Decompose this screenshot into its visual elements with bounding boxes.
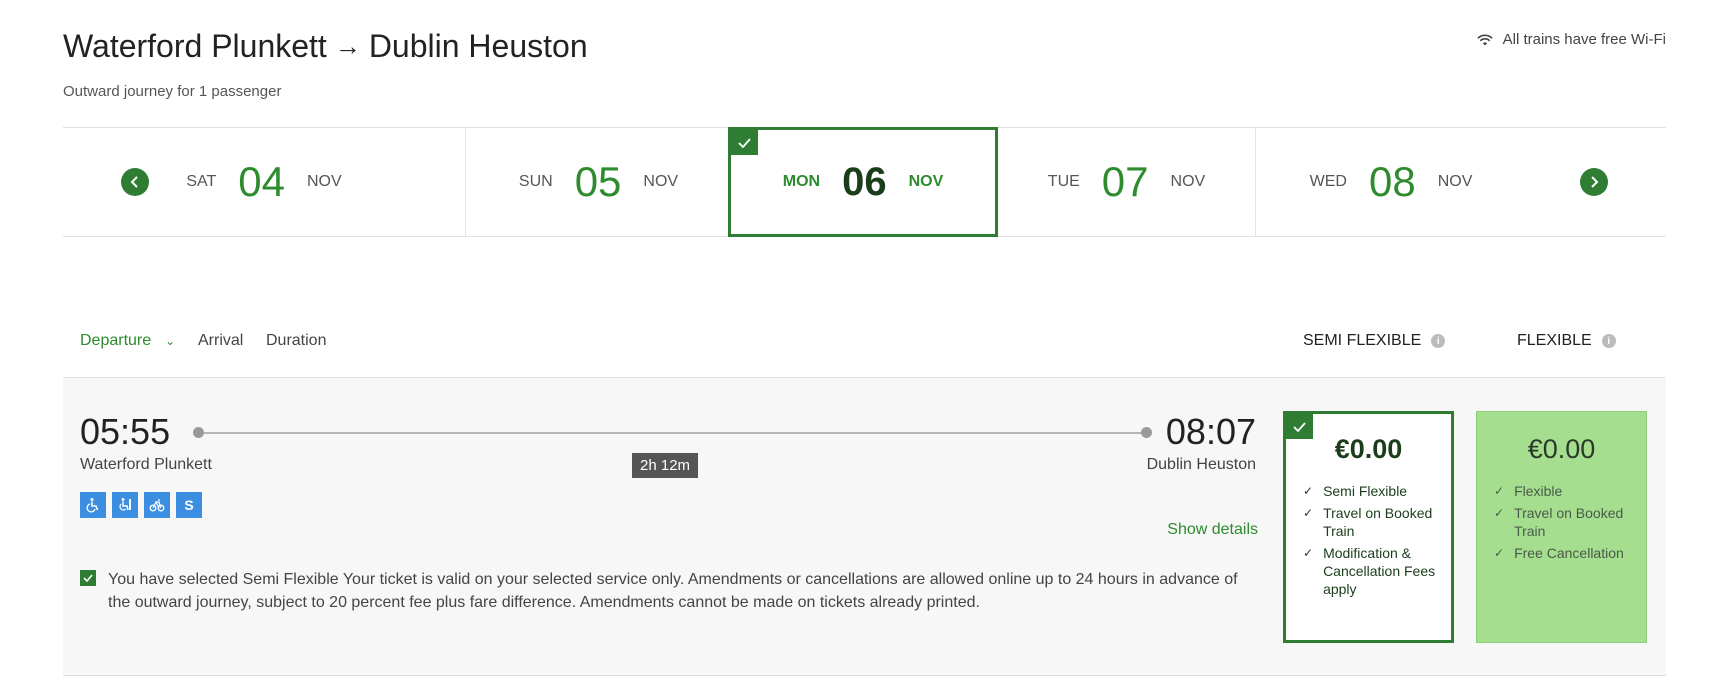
duration-badge: 2h 12m bbox=[632, 453, 699, 478]
bicycle-icon bbox=[144, 492, 170, 518]
show-details-link[interactable]: Show details bbox=[1167, 521, 1258, 539]
sort-departure[interactable]: Departure ⌄ bbox=[80, 332, 175, 350]
fare-feature: ✓ Travel on Booked Train bbox=[1303, 504, 1443, 540]
route-end-dot bbox=[1141, 427, 1152, 438]
wifi-text: All trains have free Wi-Fi bbox=[1502, 31, 1666, 48]
destination-station: Dublin Heuston bbox=[368, 28, 588, 64]
arrival-time: 08:07 bbox=[1165, 411, 1256, 452]
check-icon: ✓ bbox=[1494, 484, 1505, 498]
fare-card-semi-flexible[interactable]: €0.00 ✓ Semi Flexible ✓ Travel on Booked T… bbox=[1283, 411, 1454, 643]
date-option-sun-05[interactable]: SUN 05 NOV bbox=[466, 128, 731, 236]
date-option-sat-04[interactable]: SAT 04 NOV bbox=[63, 128, 466, 236]
date-day: 05 bbox=[574, 158, 622, 205]
check-icon: ✓ bbox=[1303, 546, 1314, 560]
date-option-mon-06[interactable]: MON 06 NOV bbox=[728, 127, 998, 237]
fare-feature-text: Modification & Cancellation Fees apply bbox=[1323, 545, 1436, 597]
date-month: NOV bbox=[908, 173, 944, 190]
sort-arrival[interactable]: Arrival bbox=[198, 332, 243, 350]
sort-duration[interactable]: Duration bbox=[266, 332, 326, 350]
date-dow: WED bbox=[1309, 173, 1347, 190]
fare-header-semi-flexible: SEMI FLEXIBLE i bbox=[1303, 332, 1446, 350]
fare-price: €0.00 bbox=[1527, 434, 1596, 464]
date-month: NOV bbox=[306, 173, 342, 190]
selected-check-icon bbox=[731, 130, 758, 155]
wifi-icon bbox=[1476, 34, 1493, 45]
departure-time: 05:55 bbox=[80, 411, 171, 452]
fare-feature-text: Semi Flexible bbox=[1323, 483, 1408, 499]
fare-feature: ✓ Modification & Cancellation Fees apply bbox=[1303, 544, 1443, 598]
route-line bbox=[198, 432, 1146, 434]
departure-station: Waterford Plunkett bbox=[80, 456, 212, 473]
date-option-tue-07[interactable]: TUE 07 NOV bbox=[998, 128, 1256, 236]
date-dow: SUN bbox=[518, 173, 553, 190]
date-month: NOV bbox=[643, 173, 679, 190]
route-start-dot bbox=[193, 427, 204, 438]
journey-row: 05:55 Waterford Plunkett 2h 12m 08:07 Du… bbox=[63, 378, 1666, 676]
date-day: 08 bbox=[1368, 158, 1416, 205]
sort-bar: Departure ⌄ Arrival Duration SEMI FLEXIB… bbox=[63, 320, 1666, 378]
check-icon: ✓ bbox=[1494, 506, 1505, 520]
fare-feature: ✓ Travel on Booked Train bbox=[1494, 504, 1638, 540]
fare-feature-text: Travel on Booked Train bbox=[1323, 505, 1433, 539]
chevron-right-icon bbox=[1591, 176, 1599, 188]
date-dow: SAT bbox=[186, 173, 217, 190]
info-icon[interactable]: i bbox=[1601, 334, 1616, 348]
date-selector: SAT 04 NOV SUN 05 NOV MON 06 NOV TUE 07 … bbox=[63, 127, 1666, 237]
fare-feature: ✓ Free Cancellation bbox=[1494, 544, 1638, 562]
date-dow: TUE bbox=[1047, 173, 1080, 190]
wifi-notice: All trains have free Wi-Fi bbox=[1476, 31, 1666, 48]
fare-features: ✓ Semi Flexible ✓ Travel on Booked Train ✓… bbox=[1286, 482, 1451, 598]
chevron-down-icon: ⌄ bbox=[165, 334, 176, 348]
date-month: NOV bbox=[1437, 173, 1473, 190]
seat-reservation-icon: S bbox=[176, 492, 202, 518]
sort-departure-label: Departure bbox=[80, 332, 152, 349]
info-icon[interactable]: i bbox=[1431, 334, 1446, 348]
fare-card-flexible[interactable]: €0.00 ✓ Flexible ✓ Travel on Booked Train … bbox=[1476, 411, 1647, 643]
fare-feature-text: Free Cancellation bbox=[1514, 545, 1624, 561]
check-icon: ✓ bbox=[1303, 484, 1314, 498]
wheelchair-icon bbox=[80, 492, 106, 518]
fare-feature-text: Travel on Booked Train bbox=[1514, 505, 1624, 539]
fare-feature-text: Flexible bbox=[1514, 483, 1563, 499]
fare-features: ✓ Flexible ✓ Travel on Booked Train ✓ Free … bbox=[1477, 482, 1646, 562]
arrow-right-icon: → bbox=[334, 31, 361, 61]
fare-feature: ✓ Semi Flexible bbox=[1303, 482, 1443, 500]
check-icon: ✓ bbox=[1303, 506, 1314, 520]
date-day: 04 bbox=[238, 158, 285, 205]
date-option-wed-08[interactable]: WED 08 NOV bbox=[1256, 128, 1526, 236]
selected-check-icon bbox=[1286, 414, 1313, 439]
date-month: NOV bbox=[1170, 173, 1206, 190]
date-dow: MON bbox=[782, 173, 821, 190]
notice-text: You have selected Semi Flexible Your tic… bbox=[108, 571, 1238, 611]
date-day: 07 bbox=[1101, 158, 1149, 205]
arrival-station: Dublin Heuston bbox=[1146, 456, 1256, 473]
next-dates-button[interactable] bbox=[1580, 168, 1608, 196]
checkbox-checked-icon[interactable] bbox=[80, 570, 96, 586]
fare-header-label: FLEXIBLE bbox=[1517, 332, 1592, 349]
origin-station: Waterford Plunkett bbox=[63, 28, 327, 64]
journey-subtitle: Outward journey for 1 passenger bbox=[63, 83, 282, 100]
date-day: 06 bbox=[842, 159, 887, 204]
fare-header-label: SEMI FLEXIBLE bbox=[1303, 332, 1422, 349]
selection-notice: You have selected Semi Flexible Your tic… bbox=[80, 568, 1260, 614]
accessible-toilet-icon bbox=[112, 492, 138, 518]
fare-feature: ✓ Flexible bbox=[1494, 482, 1638, 500]
amenities: S bbox=[80, 492, 202, 518]
fare-header-flexible: FLEXIBLE i bbox=[1517, 332, 1616, 350]
check-icon: ✓ bbox=[1494, 546, 1505, 560]
page-title: Waterford Plunkett → Dublin Heuston bbox=[63, 28, 588, 65]
